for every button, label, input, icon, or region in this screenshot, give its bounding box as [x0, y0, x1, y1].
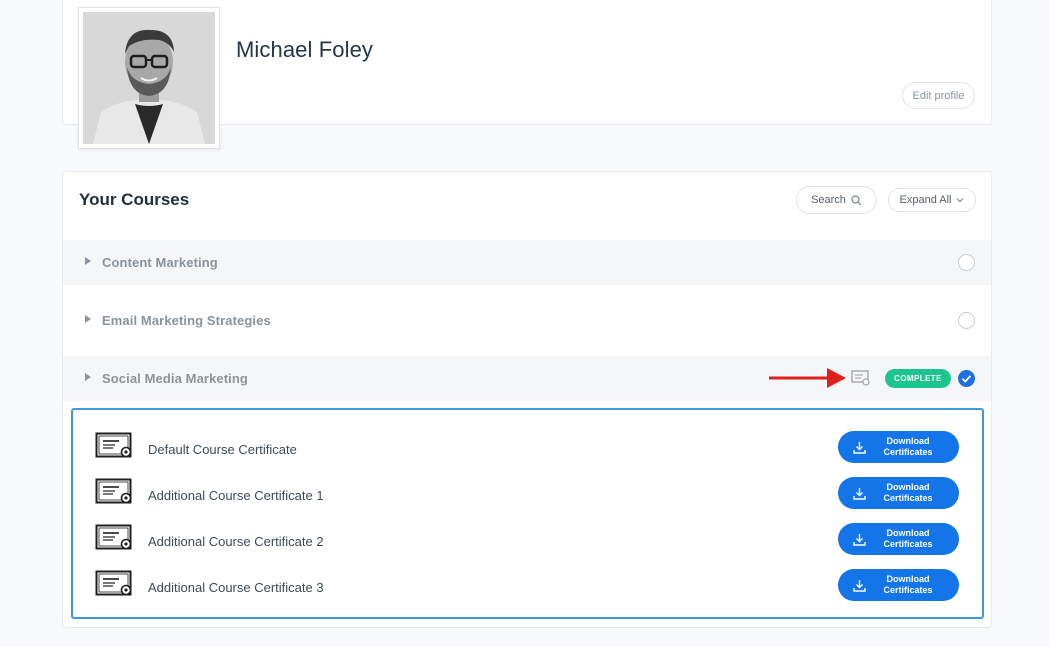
profile-photo: [83, 12, 215, 144]
download-label: Download Certificates: [878, 574, 938, 596]
download-icon: [853, 441, 866, 454]
download-label-line1: Download: [886, 574, 930, 584]
download-label-line2: Certificates: [883, 447, 933, 457]
status-circle-incomplete: [958, 254, 975, 271]
search-button[interactable]: Search: [796, 186, 877, 214]
caret-right-icon[interactable]: [85, 373, 91, 381]
download-label: Download Certificates: [878, 528, 938, 550]
certificate-row: Additional Course Certificate 1 Download…: [73, 474, 982, 518]
download-certificates-button[interactable]: Download Certificates: [838, 477, 959, 509]
search-icon: [851, 194, 862, 205]
user-name: Michael Foley: [236, 37, 374, 62]
certificate-icon[interactable]: [851, 369, 871, 387]
download-label-line2: Certificates: [883, 493, 933, 503]
certificate-row: Default Course Certificate Download Cert…: [73, 428, 982, 472]
status-check-complete: [958, 370, 975, 387]
certificate-icon: [95, 570, 132, 596]
certificate-row: Additional Course Certificate 2 Download…: [73, 520, 982, 564]
course-label[interactable]: Social Media Marketing: [102, 371, 248, 386]
certificate-label: Default Course Certificate: [148, 442, 297, 457]
caret-right-icon[interactable]: [85, 257, 91, 265]
download-certificates-button[interactable]: Download Certificates: [838, 569, 959, 601]
download-icon: [853, 533, 866, 546]
expand-all-label: Expand All: [899, 194, 952, 206]
search-label: Search: [811, 194, 846, 206]
download-label-line2: Certificates: [883, 539, 933, 549]
download-certificates-button[interactable]: Download Certificates: [838, 431, 959, 463]
red-arrow-icon: [769, 368, 846, 388]
courses-card: Your Courses Search Expand All Content M…: [62, 171, 992, 628]
course-row-social-media-marketing[interactable]: Social Media Marketing COMPLETE: [63, 356, 991, 401]
edit-profile-button[interactable]: Edit profile: [902, 82, 975, 109]
expand-all-button[interactable]: Expand All: [888, 188, 976, 212]
download-label: Download Certificates: [878, 482, 938, 504]
course-row-content-marketing[interactable]: Content Marketing: [63, 240, 991, 285]
certificate-icon: [95, 524, 132, 550]
certificate-label: Additional Course Certificate 3: [148, 580, 324, 595]
course-row-email-marketing[interactable]: Email Marketing Strategies: [63, 298, 991, 343]
download-label-line1: Download: [886, 436, 930, 446]
certificate-icon: [95, 478, 132, 504]
course-label[interactable]: Content Marketing: [102, 255, 218, 270]
complete-badge: COMPLETE: [885, 369, 951, 388]
download-label: Download Certificates: [878, 436, 938, 458]
download-icon: [853, 579, 866, 592]
certificate-panel: Default Course Certificate Download Cert…: [71, 408, 984, 619]
certificate-label: Additional Course Certificate 1: [148, 488, 324, 503]
status-circle-incomplete: [958, 312, 975, 329]
certificate-row: Additional Course Certificate 3 Download…: [73, 566, 982, 610]
chevron-down-icon: [957, 198, 964, 203]
download-icon: [853, 487, 866, 500]
download-label-line2: Certificates: [883, 585, 933, 595]
caret-right-icon[interactable]: [85, 315, 91, 323]
download-certificates-button[interactable]: Download Certificates: [838, 523, 959, 555]
download-label-line1: Download: [886, 482, 930, 492]
certificate-icon: [95, 432, 132, 458]
course-label[interactable]: Email Marketing Strategies: [102, 313, 271, 328]
download-label-line1: Download: [886, 528, 930, 538]
certificate-label: Additional Course Certificate 2: [148, 534, 324, 549]
courses-title: Your Courses: [79, 190, 190, 209]
checkmark-icon: [961, 375, 972, 383]
avatar: [78, 7, 220, 149]
